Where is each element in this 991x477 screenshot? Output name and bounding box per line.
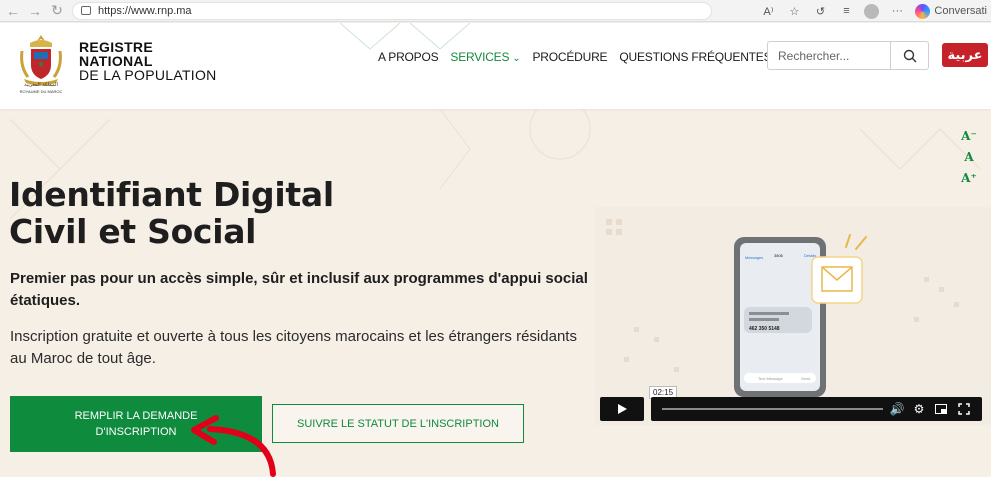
sync-icon[interactable]: ↺ bbox=[812, 3, 828, 19]
hero-title-line-1: Identifiant Digital bbox=[9, 175, 334, 214]
font-size-tools: A⁻ A A⁺ bbox=[958, 128, 980, 187]
decrease-font-button[interactable]: A⁻ bbox=[961, 128, 977, 145]
brand-line-2[interactable]: NATIONAL bbox=[79, 54, 217, 68]
reload-icon[interactable]: ↻ bbox=[48, 2, 66, 20]
phone-message-number: 462 350 5148 bbox=[749, 326, 780, 332]
emblem-caption-french: ROYAUME DU MAROC bbox=[19, 89, 63, 94]
site-header: REGISTRE NATIONAL DE LA POPULATION الممل… bbox=[0, 23, 991, 109]
search-icon bbox=[903, 49, 916, 62]
volume-icon[interactable]: 🔊 bbox=[889, 401, 905, 417]
hero-description: Inscription gratuite et ouverte à tous l… bbox=[10, 328, 577, 367]
settings-gear-icon[interactable]: ⚙ bbox=[911, 401, 927, 417]
collections-icon[interactable]: ≡ bbox=[838, 3, 854, 19]
emblem-caption-arabic: المملكة المغربية bbox=[24, 82, 58, 88]
video-progress-bar[interactable] bbox=[662, 408, 883, 410]
phone-header-messages: Messages bbox=[745, 255, 763, 260]
search-button[interactable] bbox=[890, 42, 928, 69]
picture-in-picture-icon[interactable] bbox=[933, 401, 949, 417]
increase-font-button[interactable]: A⁺ bbox=[961, 170, 977, 187]
phone-header-sender: 3806 bbox=[774, 253, 784, 258]
phone-header-details: Details bbox=[804, 253, 816, 258]
main-nav: A PROPOS SERVICES ⌄ PROCÉDURE QUESTIONS F… bbox=[378, 50, 772, 64]
search-input[interactable]: Rechercher... bbox=[768, 49, 890, 63]
video-controls-bar: 🔊 ⚙ bbox=[651, 397, 982, 421]
nav-item-faq[interactable]: QUESTIONS FRÉQUENTES bbox=[619, 50, 771, 64]
nav-item-procedure[interactable]: PROCÉDURE bbox=[532, 50, 607, 64]
nav-item-services-label: SERVICES bbox=[450, 50, 510, 64]
reset-font-button[interactable]: A bbox=[964, 149, 973, 166]
brand-line-1[interactable]: REGISTRE bbox=[79, 40, 217, 54]
read-aloud-icon[interactable]: A⁾ bbox=[760, 3, 776, 19]
phone-message-input-placeholder: Text Message bbox=[758, 376, 783, 381]
favorite-icon[interactable]: ☆ bbox=[786, 3, 802, 19]
url-text: https://www.rnp.ma bbox=[98, 4, 192, 17]
copilot-icon bbox=[915, 3, 931, 19]
browser-toolbar: ← → ↻ https://www.rnp.ma A⁾ ☆ ↺ ≡ ··· Co… bbox=[0, 0, 991, 22]
address-bar[interactable]: https://www.rnp.ma bbox=[72, 1, 712, 20]
back-icon[interactable]: ← bbox=[4, 2, 22, 20]
chevron-down-icon: ⌄ bbox=[512, 53, 521, 64]
forward-icon[interactable]: → bbox=[26, 2, 44, 20]
track-registration-status-button[interactable]: SUIVRE LE STATUT DE L'INSCRIPTION bbox=[272, 404, 524, 443]
phone-send-label: Send bbox=[801, 376, 810, 381]
copilot-label: Conversati bbox=[934, 5, 987, 17]
fullscreen-icon[interactable] bbox=[956, 401, 972, 417]
nav-item-a-propos[interactable]: A PROPOS bbox=[378, 50, 439, 64]
play-icon bbox=[618, 404, 627, 414]
hero-title-line-2: Civil et Social bbox=[9, 212, 257, 251]
header-pattern-decoration bbox=[340, 23, 470, 50]
language-arabic-button[interactable]: عربية bbox=[942, 43, 988, 67]
profile-icon[interactable] bbox=[864, 3, 880, 19]
hero-title: Identifiant Digital Civil et Social bbox=[9, 176, 334, 250]
search-box: Rechercher... bbox=[767, 41, 929, 70]
red-arrow-annotation bbox=[191, 415, 276, 477]
brand-line-3[interactable]: DE LA POPULATION bbox=[79, 68, 217, 82]
page-icon bbox=[81, 6, 91, 15]
copilot-button[interactable]: Conversati bbox=[915, 3, 991, 19]
nav-item-services[interactable]: SERVICES ⌄ bbox=[450, 50, 520, 64]
play-button[interactable] bbox=[600, 397, 644, 421]
more-icon[interactable]: ··· bbox=[889, 3, 905, 19]
hero-subtitle: Premier pas pour un accès simple, sûr et… bbox=[10, 270, 588, 309]
